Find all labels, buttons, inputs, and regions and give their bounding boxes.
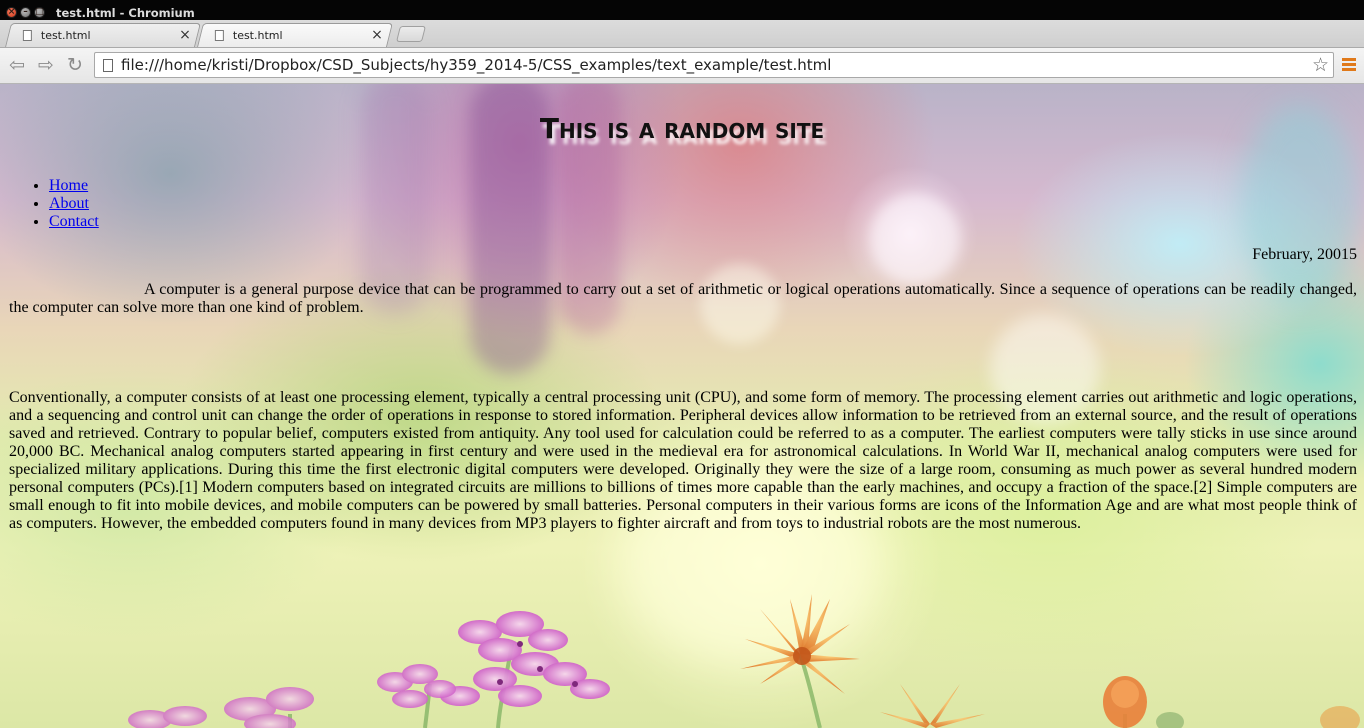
forward-button[interactable]: ⇨ (35, 54, 57, 76)
tab-1[interactable]: test.html × (5, 23, 201, 47)
back-button[interactable]: ⇦ (6, 54, 28, 76)
address-url[interactable]: file:///home/kristi/Dropbox/CSD_Subjects… (121, 56, 831, 74)
nav-item-home: Home (49, 177, 99, 195)
forward-arrow-icon: ⇨ (38, 54, 54, 76)
tab-close-icon[interactable]: × (179, 27, 191, 43)
tab-strip: test.html × test.html × (0, 20, 1364, 48)
new-tab-button[interactable] (396, 26, 426, 42)
minimize-icon: – (23, 7, 28, 17)
page-icon (22, 30, 32, 41)
tab-close-icon[interactable]: × (371, 27, 383, 43)
reload-icon: ↻ (67, 54, 83, 76)
page-icon (214, 30, 224, 41)
window-minimize-button[interactable]: – (20, 7, 31, 18)
close-icon: × (7, 7, 16, 17)
intro-paragraph: A computer is a general purpose device t… (9, 281, 1357, 316)
nav-link-contact[interactable]: Contact (49, 213, 99, 230)
site-title: This is a random site (539, 112, 825, 145)
tab-2-active[interactable]: test.html × (197, 23, 393, 47)
body-paragraph: Conventionally, a computer consists of a… (9, 389, 1357, 532)
window-title: test.html - Chromium (56, 6, 195, 20)
nav-item-contact: Contact (49, 213, 99, 231)
chrome-menu-icon[interactable] (1342, 58, 1356, 72)
tab-label: test.html (40, 29, 91, 42)
tab-label: test.html (232, 29, 283, 42)
back-arrow-icon: ⇦ (9, 54, 25, 76)
window-titlebar: × – □ test.html - Chromium (0, 0, 1364, 20)
browser-toolbar: ⇦ ⇨ ↻ file:///home/kristi/Dropbox/CSD_Su… (0, 48, 1364, 84)
page-viewport: This is a random site Home About Contact… (0, 84, 1364, 728)
maximize-icon: □ (35, 7, 44, 17)
reload-button[interactable]: ↻ (64, 54, 86, 76)
nav-link-home[interactable]: Home (49, 177, 88, 194)
nav-list: Home About Contact (9, 177, 99, 231)
page-date: February, 20015 (1252, 246, 1357, 263)
nav-link-about[interactable]: About (49, 195, 89, 212)
window-close-button[interactable]: × (6, 7, 17, 18)
address-bar[interactable]: file:///home/kristi/Dropbox/CSD_Subjects… (94, 52, 1334, 78)
bookmark-star-icon[interactable]: ☆ (1312, 54, 1329, 76)
page-icon (103, 59, 113, 72)
window-maximize-button[interactable]: □ (34, 7, 45, 18)
nav-item-about: About (49, 195, 99, 213)
